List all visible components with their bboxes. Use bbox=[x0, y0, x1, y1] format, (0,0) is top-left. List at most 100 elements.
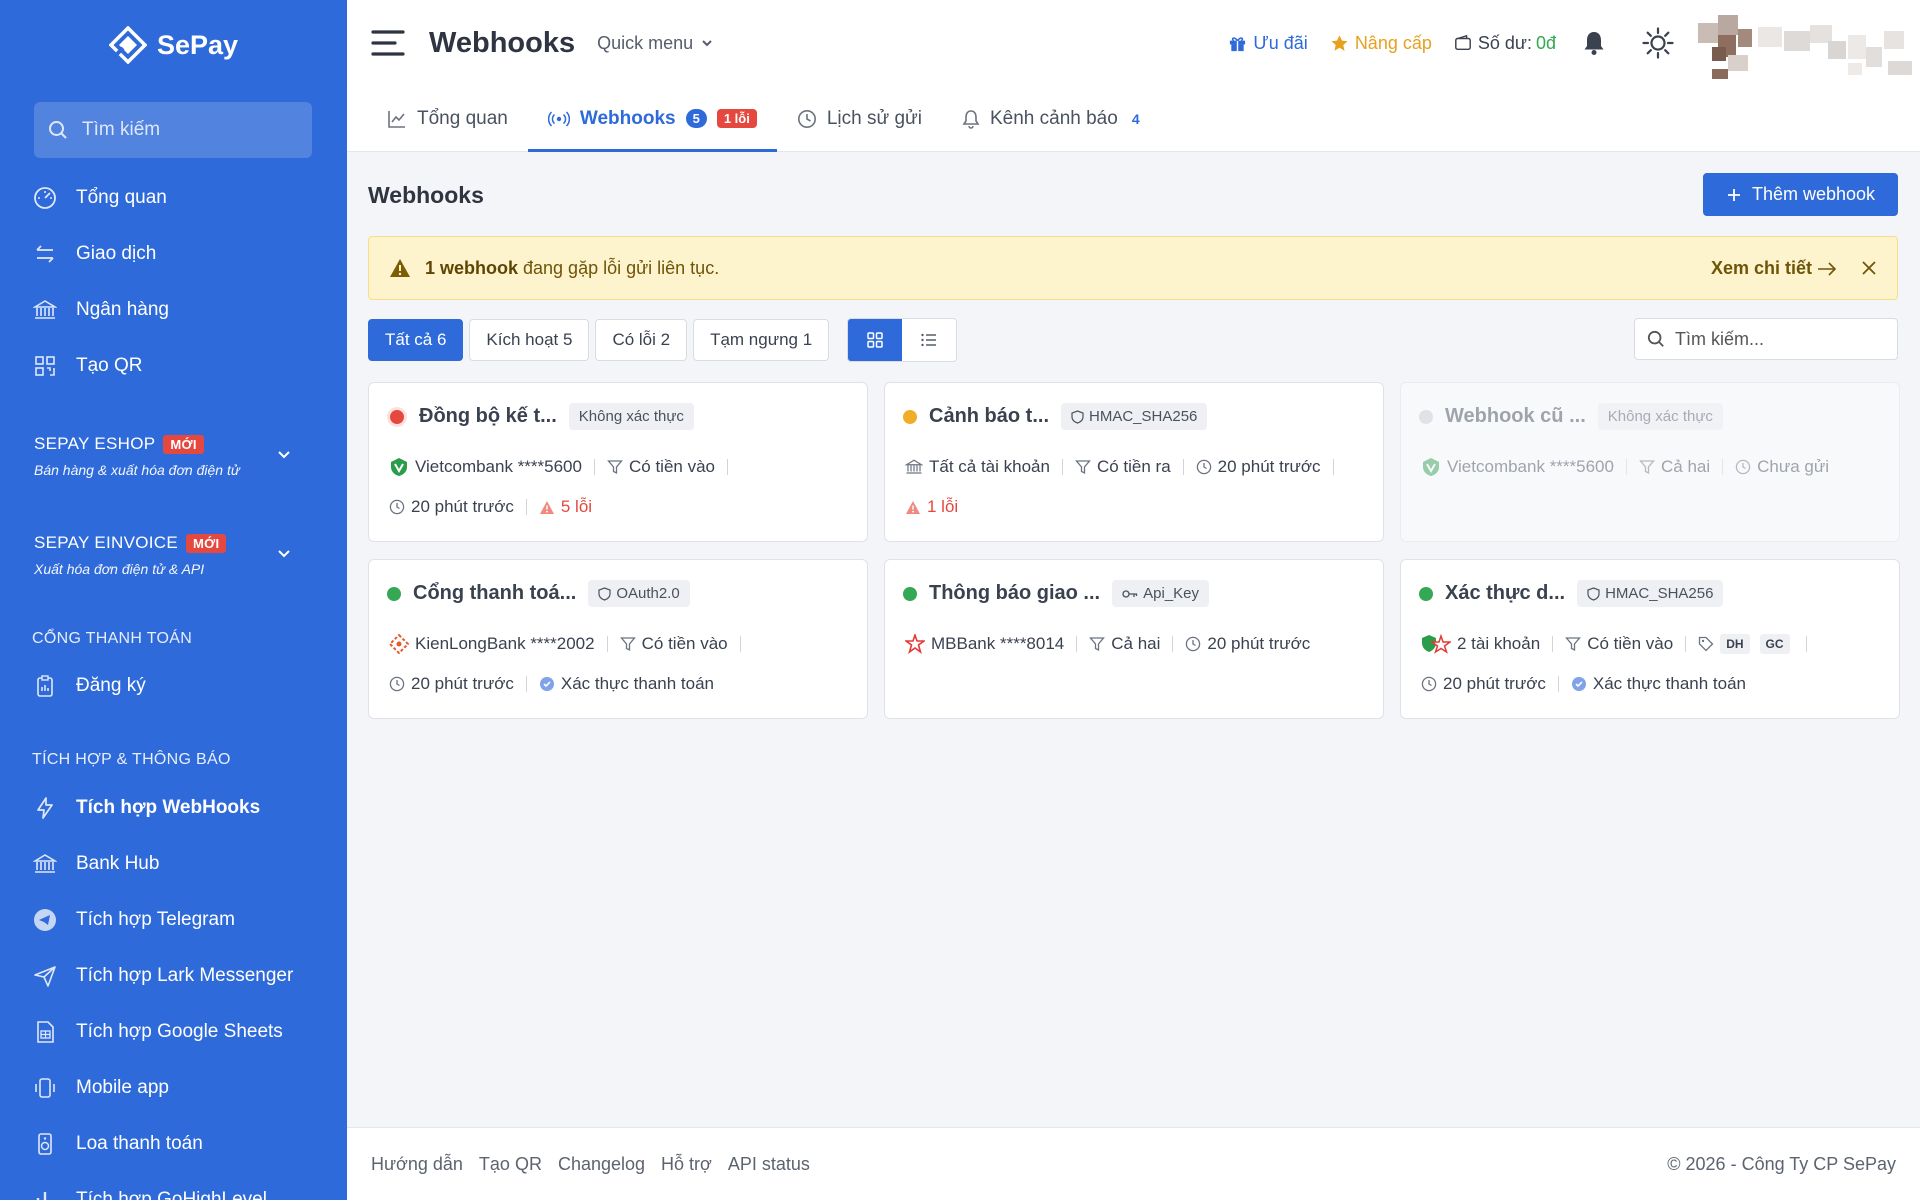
sidebar-search-input[interactable]: Tìm kiếm bbox=[34, 102, 312, 158]
webhook-search-input[interactable]: Tìm kiếm... bbox=[1634, 318, 1898, 360]
chart-line-icon bbox=[388, 110, 405, 128]
view-details-link[interactable]: Xem chi tiết bbox=[1711, 258, 1837, 279]
error-count: 5 lỗi bbox=[560, 497, 593, 516]
sidebar-section-einvoice[interactable]: SEPAY EINVOICE MỚI Xuất hóa đơn điện tử &… bbox=[34, 533, 324, 577]
alert-count: 1 webhook bbox=[425, 257, 519, 278]
close-icon[interactable] bbox=[1861, 260, 1877, 276]
brand-logo[interactable]: SePay bbox=[0, 26, 347, 64]
sidebar-item-telegram[interactable]: Tích hợp Telegram bbox=[32, 907, 235, 933]
sidebar-item-google-sheets[interactable]: Tích hợp Google Sheets bbox=[32, 1019, 283, 1045]
filter-error-button[interactable]: Có lỗi 2 bbox=[595, 319, 688, 361]
sidebar-item-banks[interactable]: Ngân hàng bbox=[32, 297, 169, 323]
tag-icon bbox=[1699, 636, 1714, 652]
footer-link-create-qr[interactable]: Tạo QR bbox=[479, 1154, 542, 1175]
page-title: Webhooks bbox=[429, 26, 576, 59]
filter-icon bbox=[1089, 637, 1106, 652]
quick-menu-dropdown[interactable]: Quick menu bbox=[597, 33, 713, 54]
tab-webhooks[interactable]: Webhooks 5 1 lỗi bbox=[527, 86, 777, 152]
last-sent-time: 20 phút trước bbox=[1217, 457, 1321, 476]
sidebar-item-dashboard[interactable]: Tổng quan bbox=[32, 185, 167, 211]
webhook-card[interactable]: Thông báo giao ... Api_Key MBBank ****80… bbox=[884, 559, 1384, 719]
sun-icon[interactable] bbox=[1642, 27, 1674, 59]
webhook-card[interactable]: Xác thực d... HMAC_SHA256 2 tài khoản Có… bbox=[1400, 559, 1900, 719]
sidebar-item-transactions[interactable]: Giao dịch bbox=[32, 241, 156, 267]
footer-link-guide[interactable]: Hướng dẫn bbox=[371, 1154, 463, 1175]
bank-account: MBBank ****8014 bbox=[931, 634, 1065, 653]
list-view-button[interactable] bbox=[902, 319, 957, 361]
balance-value: 0đ bbox=[1535, 32, 1556, 53]
new-badge: MỚI bbox=[163, 434, 204, 454]
filter-paused-button[interactable]: Tạm ngưng 1 bbox=[693, 319, 830, 361]
gift-icon bbox=[1230, 36, 1246, 51]
sidebar-item-mobile-app[interactable]: Mobile app bbox=[32, 1075, 169, 1101]
shield-icon bbox=[1071, 409, 1084, 424]
shield-icon bbox=[1587, 586, 1600, 601]
grid-view-button[interactable] bbox=[848, 319, 903, 361]
webhook-card[interactable]: Webhook cũ ... Không xác thực Vietcomban… bbox=[1400, 382, 1900, 542]
tab-alert-channels[interactable]: Kênh cảnh báo 4 bbox=[942, 86, 1160, 151]
balance-label: Số dư: bbox=[1477, 32, 1532, 53]
warning-icon bbox=[906, 500, 920, 514]
status-dot bbox=[903, 586, 917, 601]
footer-link-support[interactable]: Hỗ trợ bbox=[661, 1154, 712, 1175]
eshop-title: SEPAY ESHOP bbox=[34, 434, 156, 453]
transaction-filter: Có tiền vào bbox=[1587, 634, 1674, 653]
sidebar-item-create-qr[interactable]: Tạo QR bbox=[32, 353, 143, 379]
error-badge: 1 lỗi bbox=[716, 109, 757, 128]
sepay-logo-icon bbox=[108, 26, 147, 64]
footer-link-changelog[interactable]: Changelog bbox=[558, 1154, 645, 1175]
sidebar-item-bank-hub[interactable]: Bank Hub bbox=[32, 851, 159, 877]
tab-send-history[interactable]: Lịch sử gửi bbox=[777, 86, 942, 151]
sidebar-item-label: Tích hợp Lark Messenger bbox=[76, 965, 294, 986]
sidebar-item-lark[interactable]: Tích hợp Lark Messenger bbox=[32, 963, 293, 989]
clock-icon bbox=[389, 499, 405, 515]
star-icon bbox=[1331, 34, 1348, 51]
multi-bank-logo-icon bbox=[1422, 634, 1451, 654]
footer-link-api-status[interactable]: API status bbox=[728, 1154, 810, 1175]
webhook-name: Đồng bộ kế t... bbox=[419, 405, 557, 427]
filter-icon bbox=[607, 460, 623, 475]
topbar-actions: Ưu đãi Nâng cấp Số dư: 0đ bbox=[1206, 0, 1920, 86]
promo-link[interactable]: Ưu đãi bbox=[1228, 33, 1308, 54]
sidebar-item-payment-speaker[interactable]: Loa thanh toán bbox=[32, 1131, 203, 1157]
bolt-icon bbox=[32, 795, 58, 821]
sidebar-item-label: Mobile app bbox=[76, 1077, 169, 1098]
filter-active-button[interactable]: Kích hoạt 5 bbox=[469, 319, 590, 361]
mbbank-logo-icon bbox=[905, 634, 925, 654]
footer: Hướng dẫn Tạo QR Changelog Hỗ trợ API st… bbox=[347, 1127, 1920, 1200]
clock-icon bbox=[1186, 636, 1201, 652]
wallet-icon bbox=[1454, 34, 1471, 51]
shield-icon bbox=[598, 586, 611, 601]
upgrade-link[interactable]: Nâng cấp bbox=[1330, 33, 1432, 54]
payment-verification: Xác thực thanh toán bbox=[560, 674, 715, 693]
sidebar-item-webhooks[interactable]: Tích hợp WebHooks bbox=[32, 795, 260, 821]
webhook-card[interactable]: Cảnh báo t... HMAC_SHA256 Tất cả tài kho… bbox=[884, 382, 1384, 542]
sidebar-section-eshop[interactable]: SEPAY ESHOP MỚI Bán hàng & xuất hóa đơn đ… bbox=[34, 434, 324, 478]
transaction-filter: Cả hai bbox=[1111, 634, 1161, 653]
tab-bar: Tổng quan Webhooks 5 1 lỗi Lịch sử gửi K… bbox=[347, 86, 1920, 152]
eshop-subtitle: Bán hàng & xuất hóa đơn điện tử bbox=[34, 462, 240, 478]
tab-overview[interactable]: Tổng quan bbox=[367, 86, 528, 151]
bank-account: Tất cả tài khoản bbox=[929, 457, 1050, 476]
filter-all-button[interactable]: Tất cả 6 bbox=[368, 319, 464, 361]
balance-display[interactable]: Số dư: 0đ bbox=[1454, 33, 1556, 54]
last-sent-time: 20 phút trước bbox=[411, 674, 514, 693]
copyright: © 2026 - Công Ty CP SePay bbox=[1667, 1153, 1896, 1174]
alert-actions: Xem chi tiết bbox=[1711, 237, 1877, 299]
chevron-down-icon bbox=[278, 451, 290, 459]
transfer-icon bbox=[32, 241, 58, 267]
webhook-card[interactable]: Cổng thanh toá... OAuth2.0 KienLongBank … bbox=[368, 559, 868, 719]
webhook-card[interactable]: Đồng bộ kế t... Không xác thực Vietcomba… bbox=[368, 382, 868, 542]
bell-icon[interactable] bbox=[1582, 30, 1606, 56]
auth-badge: HMAC_SHA256 bbox=[1577, 580, 1724, 607]
add-webhook-button[interactable]: Thêm webhook bbox=[1703, 173, 1898, 216]
sidebar-item-gohighlevel[interactable]: Tích hợp GoHighLevel bbox=[32, 1187, 267, 1200]
sidebar-item-label: Tích hợp Telegram bbox=[76, 909, 235, 930]
payment-verification: Xác thực thanh toán bbox=[1592, 674, 1747, 693]
hamburger-menu-icon[interactable] bbox=[371, 29, 405, 57]
chevron-down-icon bbox=[702, 40, 712, 47]
webhook-name: Thông báo giao ... bbox=[929, 582, 1101, 604]
avatar[interactable] bbox=[1698, 7, 1920, 79]
sidebar-item-register[interactable]: Đăng ký bbox=[32, 673, 146, 699]
clock-icon bbox=[1735, 459, 1751, 475]
